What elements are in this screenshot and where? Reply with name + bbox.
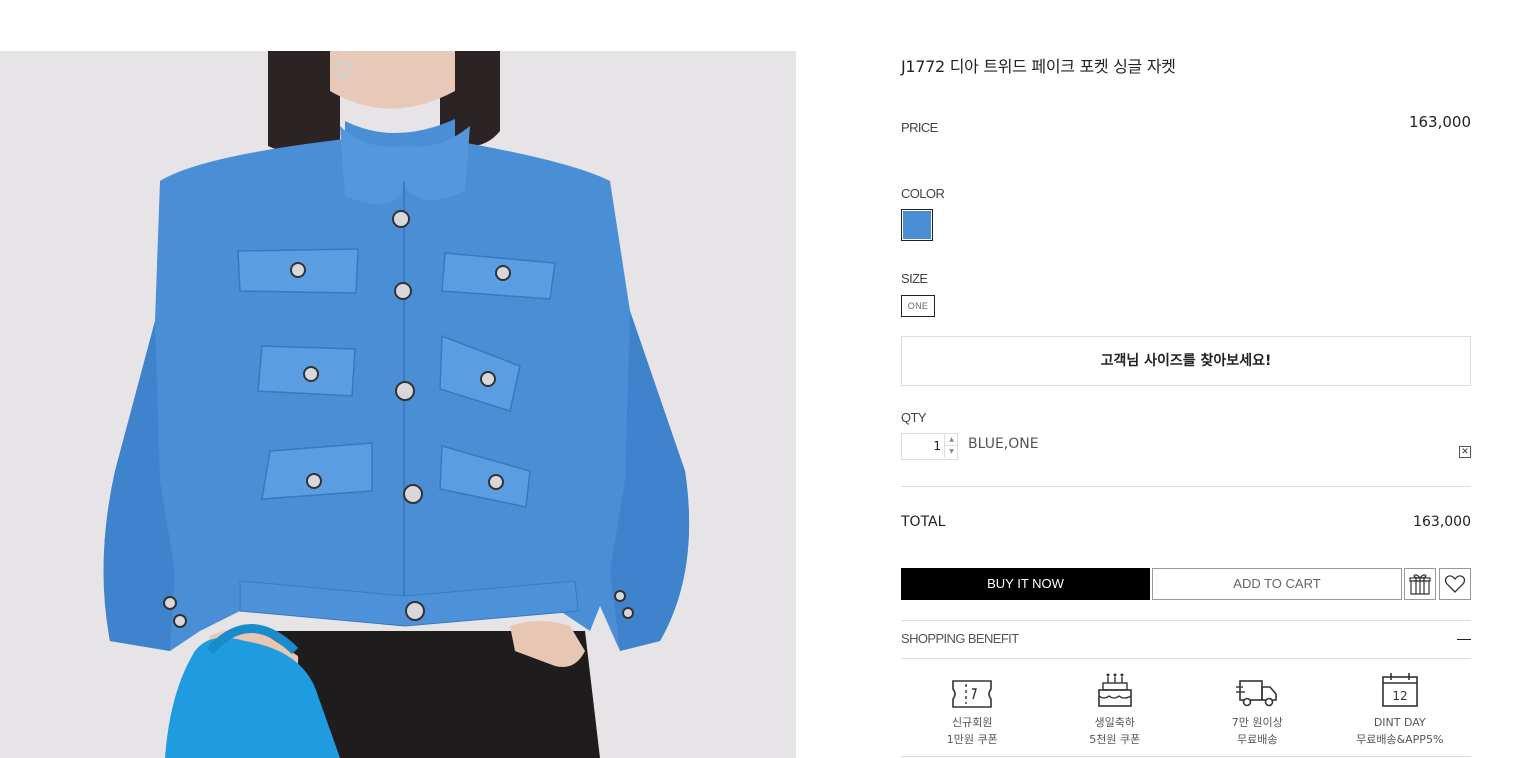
shopping-benefit-label: SHOPPING BENEFIT <box>901 631 1019 646</box>
benefit-item-birthday: 생일축하 5천원 쿠폰 <box>1044 668 1187 750</box>
divider <box>901 486 1471 487</box>
product-title: J1772 디아 트위드 페이크 포켓 싱글 자켓 <box>901 57 1176 76</box>
find-size-button[interactable]: 고객님 사이즈를 찾아보세요! <box>901 336 1471 386</box>
benefit-item-new-member: 신규회원 1만원 쿠폰 <box>901 668 1044 750</box>
qty-label: QTY <box>901 410 927 425</box>
price-label: PRICE <box>901 120 938 135</box>
color-label: COLOR <box>901 186 945 201</box>
total-label: TOTAL <box>901 514 946 530</box>
buy-now-button[interactable]: BUY IT NOW <box>901 568 1150 600</box>
price-value: 163,000 <box>1408 113 1471 131</box>
qty-increase-button[interactable]: ▲ <box>944 434 958 446</box>
qty-decrease-button[interactable]: ▼ <box>944 446 958 458</box>
color-swatch-blue[interactable] <box>901 209 933 241</box>
benefit-line2: 무료배송 <box>1237 733 1278 746</box>
gift-button[interactable] <box>1404 568 1436 600</box>
quantity-stepper: 1 ▲ ▼ <box>901 433 958 460</box>
wishlist-button[interactable] <box>1439 568 1471 600</box>
benefit-item-dint-day: 12 DINT DAY 무료배송&APP5% <box>1329 668 1472 750</box>
remove-option-icon[interactable]: ✕ <box>1459 446 1471 458</box>
size-label: SIZE <box>901 271 928 286</box>
quantity-input[interactable]: 1 <box>902 434 944 459</box>
benefit-line1: 7만 원이상 <box>1231 716 1283 729</box>
product-info: J1772 디아 트위드 페이크 포켓 싱글 자켓 PRICE 163,000 … <box>901 0 1471 758</box>
total-value: 163,000 <box>1413 514 1471 530</box>
color-swatch-fill <box>903 211 931 239</box>
selected-option: BLUE,ONE <box>968 436 1039 452</box>
benefit-item-free-shipping: 7만 원이상 무료배송 <box>1186 668 1329 750</box>
collapse-icon[interactable] <box>1457 639 1471 640</box>
divider <box>901 620 1471 621</box>
calendar-day: 12 <box>1392 689 1407 703</box>
benefit-line1: 신규회원 <box>952 716 993 729</box>
truck-icon <box>1236 680 1278 707</box>
product-photo <box>0 51 796 758</box>
benefit-line2: 5천원 쿠폰 <box>1089 733 1141 746</box>
divider <box>901 756 1471 757</box>
size-option-one[interactable]: ONE <box>901 295 935 317</box>
benefit-line1: 생일축하 <box>1094 716 1135 729</box>
cake-icon <box>1097 673 1132 707</box>
gift-icon <box>1409 574 1431 595</box>
benefit-line1: DINT DAY <box>1373 716 1426 729</box>
calendar-icon: 12 <box>1381 673 1418 707</box>
ticket-icon <box>952 680 993 708</box>
add-to-cart-button[interactable]: ADD TO CART <box>1152 568 1402 600</box>
benefit-line2: 1만원 쿠폰 <box>946 733 998 746</box>
heart-icon <box>1444 575 1466 593</box>
benefit-line2: 무료배송&APP5% <box>1356 733 1444 746</box>
divider <box>901 658 1471 659</box>
benefit-list: 신규회원 1만원 쿠폰 생일축하 5천원 쿠폰 7만 원이상 무료배송 12 D… <box>901 668 1471 750</box>
